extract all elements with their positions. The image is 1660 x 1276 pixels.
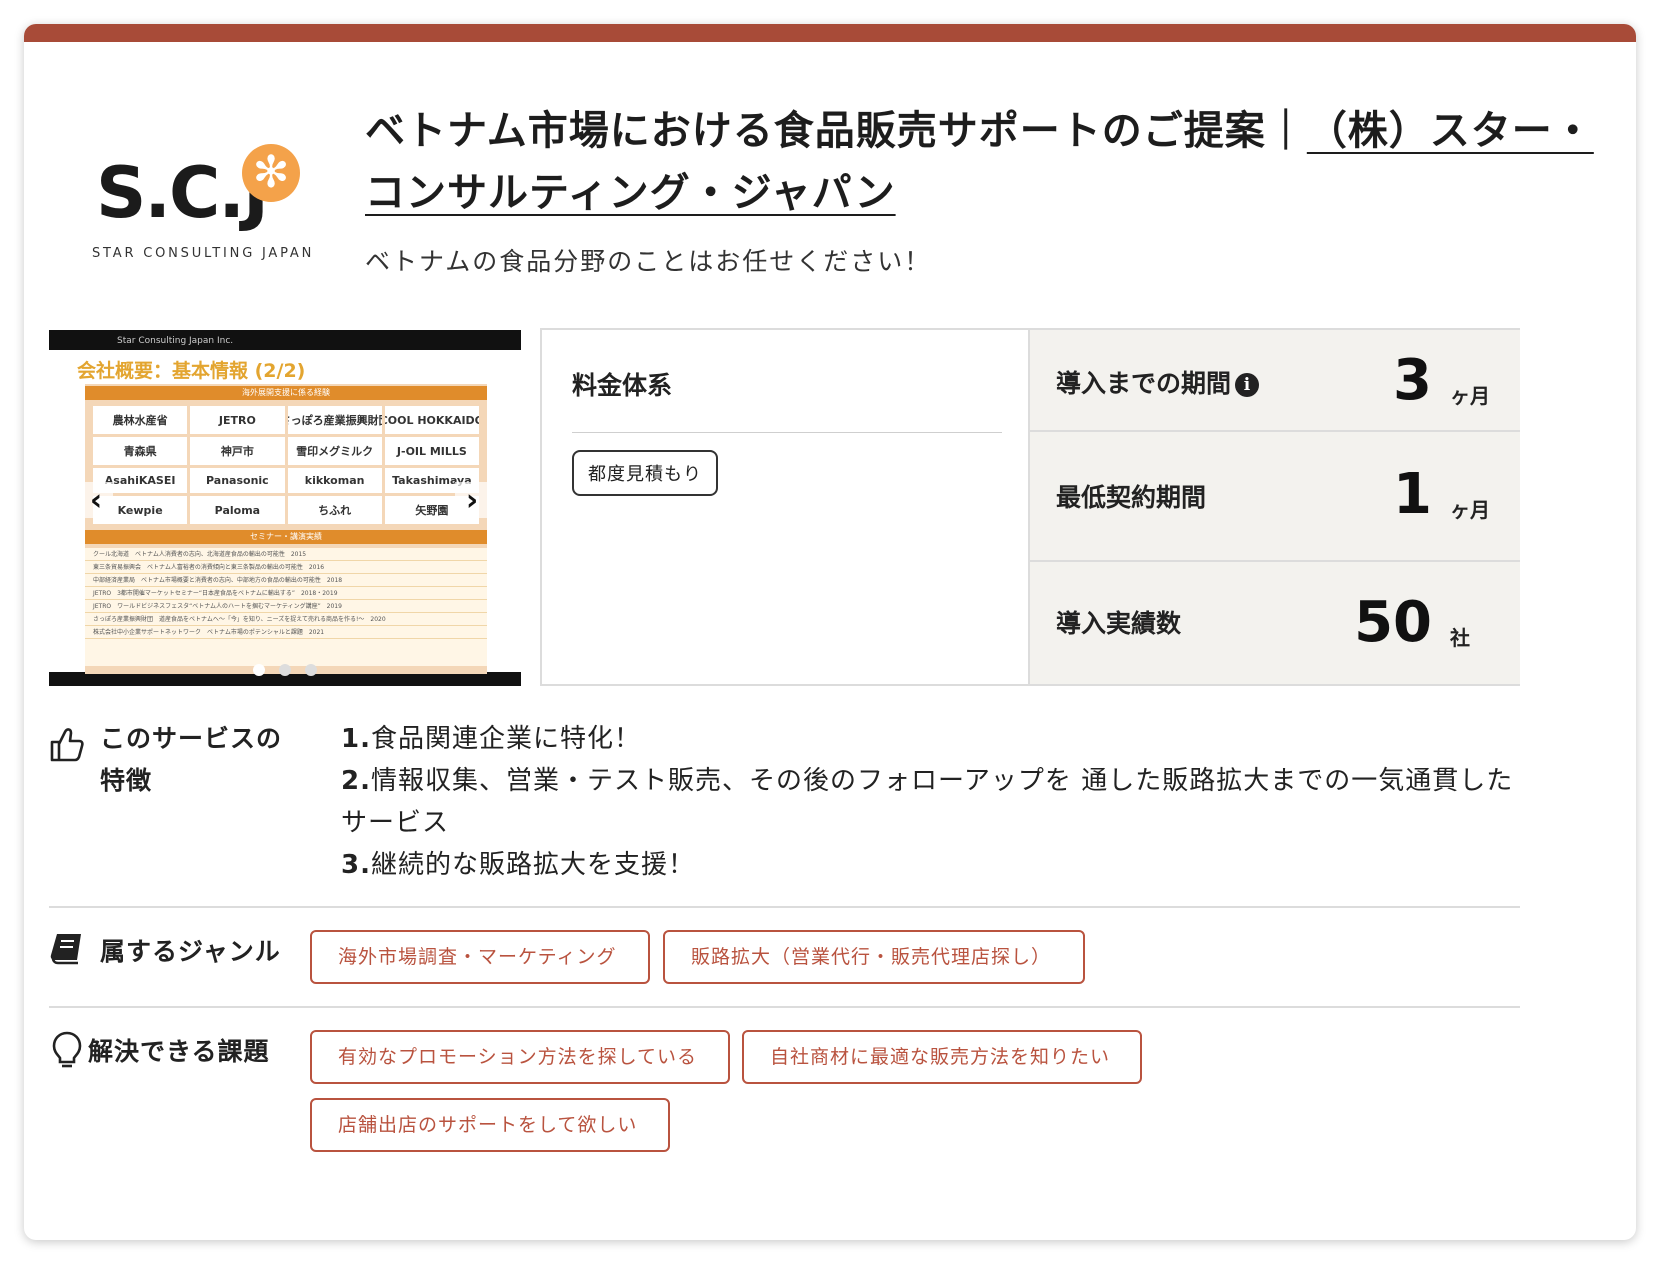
slide-title: 会社概要：基本情報 (2/2) bbox=[77, 360, 306, 382]
stat-label: 導入実績数 bbox=[1056, 609, 1182, 638]
issues-heading: 解決できる課題 bbox=[88, 1037, 270, 1066]
chevron-left-icon[interactable]: ‹ bbox=[79, 482, 113, 518]
stat-value: 1 bbox=[1393, 462, 1432, 527]
seminar-row: JETRO ワールドビジネスフェスタ“ベトナム人のハートを掴むマーケティング講座… bbox=[85, 600, 487, 613]
client-logo: ちふれ bbox=[287, 496, 382, 524]
client-logo: COOL HOKKAIDO bbox=[384, 406, 479, 434]
thumbs-up-icon bbox=[50, 728, 84, 762]
feature-item: 2.情報収集、営業・テスト販売、その後のフォローアップを 通した販路拡大までの一… bbox=[341, 766, 1514, 838]
service-card: S.C.J ✻ STAR CONSULTING JAPAN ベトナム市場における… bbox=[24, 24, 1636, 1240]
pricing-table: 料金体系 都度見積もり 導入までの期間 i 3 ヶ月 最低契約期間 1 ヶ月 導入… bbox=[540, 328, 1520, 686]
client-logo: 雪印メグミルク bbox=[287, 437, 382, 465]
slider-dot[interactable] bbox=[305, 664, 317, 676]
client-logo: Panasonic bbox=[190, 468, 285, 493]
feature-item: 1.食品関連企業に特化！ bbox=[341, 724, 641, 754]
star-icon: ✻ bbox=[242, 144, 300, 202]
image-slider: Star Consulting Japan Inc. 会社概要：基本情報 (2/… bbox=[49, 330, 521, 686]
feature-item: 3.継続的な販路拡大を支援！ bbox=[341, 850, 695, 880]
stat-label-text: 導入までの期間 bbox=[1056, 369, 1232, 398]
logo-tagline: STAR CONSULTING JAPAN bbox=[92, 246, 315, 261]
seminar-row: 東三条貿易振興会 ベトナム人富裕者の消費傾向と東三条製品の輸出の可能性 2016 bbox=[85, 561, 487, 574]
client-logo: Paloma bbox=[190, 496, 285, 524]
stat-value: 3 bbox=[1393, 348, 1432, 413]
seminar-row: クール北海道 ベトナム人消費者の志向、北海道産食品の輸出の可能性 2015 bbox=[85, 548, 487, 561]
seminar-row: 中部経済産業局 ベトナム市場概要と消費者の志向、中部地方の食品の輸出の可能性 2… bbox=[85, 574, 487, 587]
stat-unit: ヶ月 bbox=[1450, 384, 1490, 408]
book-icon bbox=[50, 934, 81, 965]
client-logo: 神戸市 bbox=[190, 437, 285, 465]
fee-divider bbox=[572, 432, 1002, 433]
slide-company-line: Star Consulting Japan Inc. bbox=[117, 336, 234, 346]
slide-image: 会社概要：基本情報 (2/2) 海外展開支援に係る経験 農林水産省JETROさっ… bbox=[49, 350, 521, 674]
issue-tag[interactable]: 有効なプロモーション方法を探している bbox=[310, 1030, 730, 1084]
features-heading-line1: このサービスの bbox=[100, 724, 283, 753]
stat-row-track-record: 導入実績数 50 社 bbox=[1030, 562, 1520, 684]
slider-dots bbox=[49, 664, 521, 676]
stat-unit: ヶ月 bbox=[1450, 498, 1490, 522]
stat-row-min-contract: 最低契約期間 1 ヶ月 bbox=[1030, 432, 1520, 562]
seminar-row: さっぽろ産業振興財団 道産食品をベトナムへ～「今」を知り、ニーズを捉えて売れる商… bbox=[85, 613, 487, 626]
slider-dot[interactable] bbox=[279, 664, 291, 676]
client-logo: kikkoman bbox=[287, 468, 382, 493]
stat-row-lead-time: 導入までの期間 i 3 ヶ月 bbox=[1030, 330, 1520, 432]
accent-bar bbox=[24, 24, 1636, 42]
page-subtitle: ベトナムの食品分野のことはお任せください！ bbox=[365, 247, 932, 276]
client-logo-grid: 農林水産省JETROさっぽろ産業振興財団COOL HOKKAIDO 青森県神戸市雪… bbox=[93, 406, 479, 524]
company-logo[interactable]: S.C.J ✻ STAR CONSULTING JAPAN bbox=[92, 144, 316, 274]
chevron-right-icon[interactable]: › bbox=[455, 482, 489, 518]
info-icon[interactable]: i bbox=[1235, 373, 1260, 397]
issue-tag[interactable]: 自社商材に最適な販売方法を知りたい bbox=[742, 1030, 1142, 1084]
client-logo: さっぽろ産業振興財団 bbox=[287, 406, 382, 434]
stats-column: 導入までの期間 i 3 ヶ月 最低契約期間 1 ヶ月 導入実績数 50 社 bbox=[1028, 330, 1520, 684]
fee-value-chip: 都度見積もり bbox=[572, 450, 718, 496]
features-heading: このサービスの 特徴 bbox=[100, 718, 282, 802]
issue-tag[interactable]: 店舗出店のサポートをして欲しい bbox=[310, 1098, 670, 1152]
slide-band-bottom: セミナー・講演実績 bbox=[85, 530, 487, 544]
client-logo: J-OIL MILLS bbox=[384, 437, 479, 465]
genres-heading: 属するジャンル bbox=[100, 937, 281, 966]
fee-column: 料金体系 都度見積もり bbox=[542, 330, 1028, 684]
slide-panel: 海外展開支援に係る経験 農林水産省JETROさっぽろ産業振興財団COOL HOK… bbox=[85, 384, 487, 674]
page-title: ベトナム市場における食品販売サポートのご提案｜（株）スター・コンサルティング・ジ… bbox=[365, 100, 1595, 224]
seminar-row: JETRO 3都市開催マーケットセミナー“日本産食品をベトナムに輸出する” 20… bbox=[85, 587, 487, 600]
client-logo: 青森県 bbox=[93, 437, 188, 465]
stat-label: 導入までの期間 i bbox=[1056, 364, 1260, 400]
features-heading-line2: 特徴 bbox=[100, 766, 153, 795]
genre-tag[interactable]: 海外市場調査・マーケティング bbox=[310, 930, 650, 984]
slide-band-top: 海外展開支援に係る経験 bbox=[85, 386, 487, 400]
section-divider bbox=[49, 1006, 1520, 1008]
client-logo: JETRO bbox=[190, 406, 285, 434]
slider-dot[interactable] bbox=[253, 664, 265, 676]
features-list: 1.食品関連企業に特化！ 2.情報収集、営業・テスト販売、その後のフォローアップを… bbox=[341, 718, 1521, 886]
fee-label: 料金体系 bbox=[572, 371, 673, 400]
stat-unit: 社 bbox=[1450, 626, 1470, 650]
stat-value: 50 bbox=[1354, 590, 1432, 655]
title-text: ベトナム市場における食品販売サポートのご提案｜ bbox=[365, 108, 1307, 154]
stat-label: 最低契約期間 bbox=[1056, 483, 1207, 512]
lightbulb-icon bbox=[52, 1031, 82, 1068]
genre-tag[interactable]: 販路拡大（営業代行・販売代理店探し） bbox=[663, 930, 1085, 984]
client-logo: 農林水産省 bbox=[93, 406, 188, 434]
seminar-row: 株式会社中小企業サポートネットワーク ベトナム市場のポテンシャルと課題 2021 bbox=[85, 626, 487, 639]
section-divider bbox=[49, 906, 1520, 908]
seminar-table: クール北海道 ベトナム人消費者の志向、北海道産食品の輸出の可能性 2015 東三条… bbox=[85, 548, 487, 666]
